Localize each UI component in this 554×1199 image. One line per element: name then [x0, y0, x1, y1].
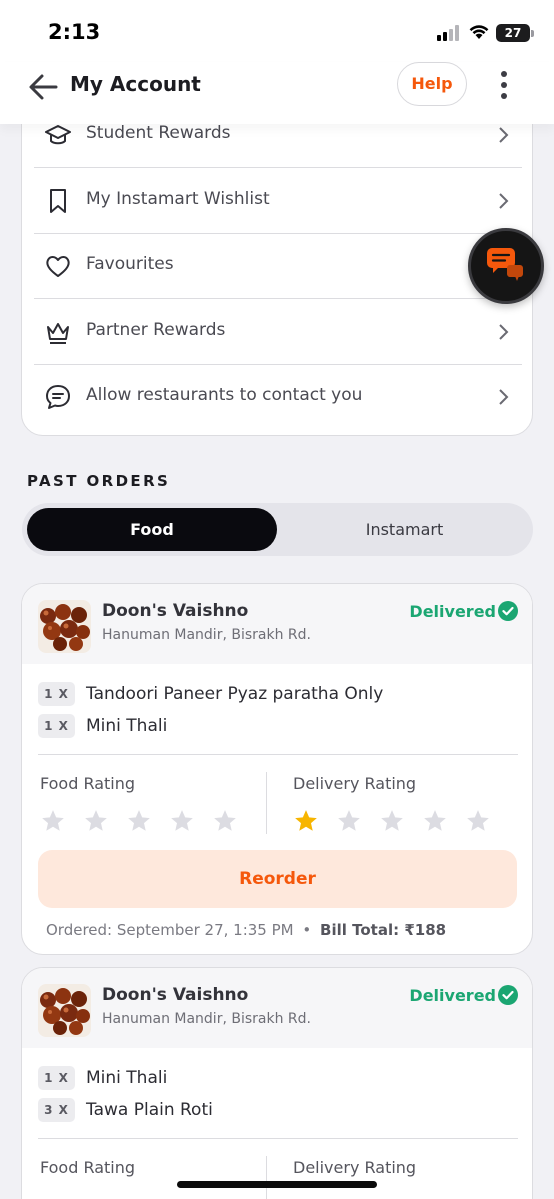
- item-quantity: 3 X: [38, 1098, 75, 1122]
- order-card[interactable]: Doon's Vaishno Hanuman Mandir, Bisrakh R…: [21, 967, 533, 1199]
- star-empty-icon[interactable]: [422, 808, 448, 834]
- tab-instamart[interactable]: Instamart: [282, 508, 527, 551]
- item-quantity: 1 X: [38, 1066, 75, 1090]
- menu-item-allow-restaurants-contact[interactable]: Allow restaurants to contact you: [34, 365, 522, 430]
- menu-item-label: Partner Rewards: [86, 320, 226, 340]
- restaurant-name: Doon's Vaishno: [102, 985, 249, 1005]
- delivery-status: Delivered: [409, 986, 496, 1005]
- divider: [38, 754, 518, 755]
- back-arrow-icon[interactable]: [26, 69, 62, 105]
- delivery-status: Delivered: [409, 602, 496, 621]
- menu-item-favourites[interactable]: Favourites: [34, 234, 522, 299]
- rating-divider: [266, 772, 267, 834]
- cellular-signal-icon: [437, 25, 459, 41]
- chevron-right-icon: [499, 389, 509, 405]
- heart-icon: [46, 256, 70, 277]
- home-indicator: [177, 1181, 377, 1188]
- reorder-button[interactable]: Reorder: [38, 850, 517, 908]
- star-empty-icon[interactable]: [169, 808, 195, 834]
- account-menu-card: Student Rewards My Instamart Wishlist Fa…: [21, 80, 533, 436]
- restaurant-name: Doon's Vaishno: [102, 601, 249, 621]
- past-orders-tabs: Food Instamart: [22, 503, 533, 556]
- status-bar: 2:13 27: [0, 0, 554, 62]
- menu-item-label: My Instamart Wishlist: [86, 189, 270, 209]
- page-title: My Account: [70, 72, 201, 96]
- chevron-right-icon: [499, 127, 509, 143]
- check-circle-icon: [498, 985, 518, 1005]
- more-options-icon[interactable]: [494, 68, 514, 102]
- bill-total: Bill Total: ₹188: [320, 921, 447, 939]
- past-orders-heading: PAST ORDERS: [27, 472, 171, 490]
- star-empty-icon[interactable]: [40, 808, 66, 834]
- menu-item-label: Student Rewards: [86, 123, 231, 143]
- star-empty-icon[interactable]: [465, 808, 491, 834]
- order-card[interactable]: Doon's Vaishno Hanuman Mandir, Bisrakh R…: [21, 583, 533, 955]
- status-time: 2:13: [48, 20, 101, 44]
- chevron-right-icon: [499, 324, 509, 340]
- graduation-cap-icon: [45, 125, 71, 145]
- crown-icon: [47, 323, 69, 344]
- tab-food[interactable]: Food: [27, 508, 277, 551]
- order-meta: Ordered: September 27, 1:35 PM • Bill To…: [46, 921, 446, 939]
- item-quantity: 1 X: [38, 714, 75, 738]
- star-empty-icon[interactable]: [212, 808, 238, 834]
- star-empty-icon[interactable]: [379, 808, 405, 834]
- rating-divider: [266, 1156, 267, 1199]
- chevron-right-icon: [499, 193, 509, 209]
- delivery-rating-label: Delivery Rating: [293, 1158, 417, 1177]
- item-quantity: 1 X: [38, 682, 75, 706]
- menu-item-label: Favourites: [86, 254, 174, 274]
- star-filled-icon[interactable]: [293, 808, 319, 834]
- meta-separator: •: [302, 921, 312, 939]
- star-empty-icon[interactable]: [126, 808, 152, 834]
- battery-tip: [531, 30, 534, 37]
- item-name: Tandoori Paneer Pyaz paratha Only: [86, 684, 384, 704]
- menu-item-partner-rewards[interactable]: Partner Rewards: [34, 300, 522, 365]
- item-name: Mini Thali: [86, 1068, 168, 1088]
- divider: [34, 298, 522, 299]
- app-header: My Account Help: [0, 62, 554, 124]
- divider: [38, 1138, 518, 1139]
- chat-support-button[interactable]: [468, 228, 544, 304]
- help-button[interactable]: Help: [397, 62, 467, 106]
- battery-indicator: 27: [496, 24, 530, 42]
- chat-bubble-icon: [487, 248, 523, 281]
- divider: [34, 167, 522, 168]
- menu-item-instamart-wishlist[interactable]: My Instamart Wishlist: [34, 169, 522, 234]
- check-circle-icon: [498, 601, 518, 621]
- order-header: Doon's Vaishno Hanuman Mandir, Bisrakh R…: [22, 584, 532, 664]
- restaurant-image: [38, 984, 91, 1037]
- order-date: Ordered: September 27, 1:35 PM: [46, 921, 294, 939]
- item-name: Mini Thali: [86, 716, 168, 736]
- star-empty-icon[interactable]: [83, 808, 109, 834]
- food-rating-label: Food Rating: [40, 774, 136, 793]
- restaurant-address: Hanuman Mandir, Bisrakh Rd.: [102, 627, 311, 643]
- chat-icon: [46, 385, 70, 409]
- bookmark-icon: [50, 189, 66, 213]
- food-rating-label: Food Rating: [40, 1158, 136, 1177]
- food-rating-stars[interactable]: [40, 808, 240, 834]
- restaurant-address: Hanuman Mandir, Bisrakh Rd.: [102, 1011, 311, 1027]
- star-empty-icon[interactable]: [336, 808, 362, 834]
- delivery-rating-label: Delivery Rating: [293, 774, 417, 793]
- wifi-icon: [469, 25, 489, 39]
- menu-item-label: Allow restaurants to contact you: [86, 385, 363, 405]
- order-header: Doon's Vaishno Hanuman Mandir, Bisrakh R…: [22, 968, 532, 1048]
- delivery-rating-stars[interactable]: [293, 808, 493, 834]
- item-name: Tawa Plain Roti: [86, 1100, 213, 1120]
- restaurant-image: [38, 600, 91, 653]
